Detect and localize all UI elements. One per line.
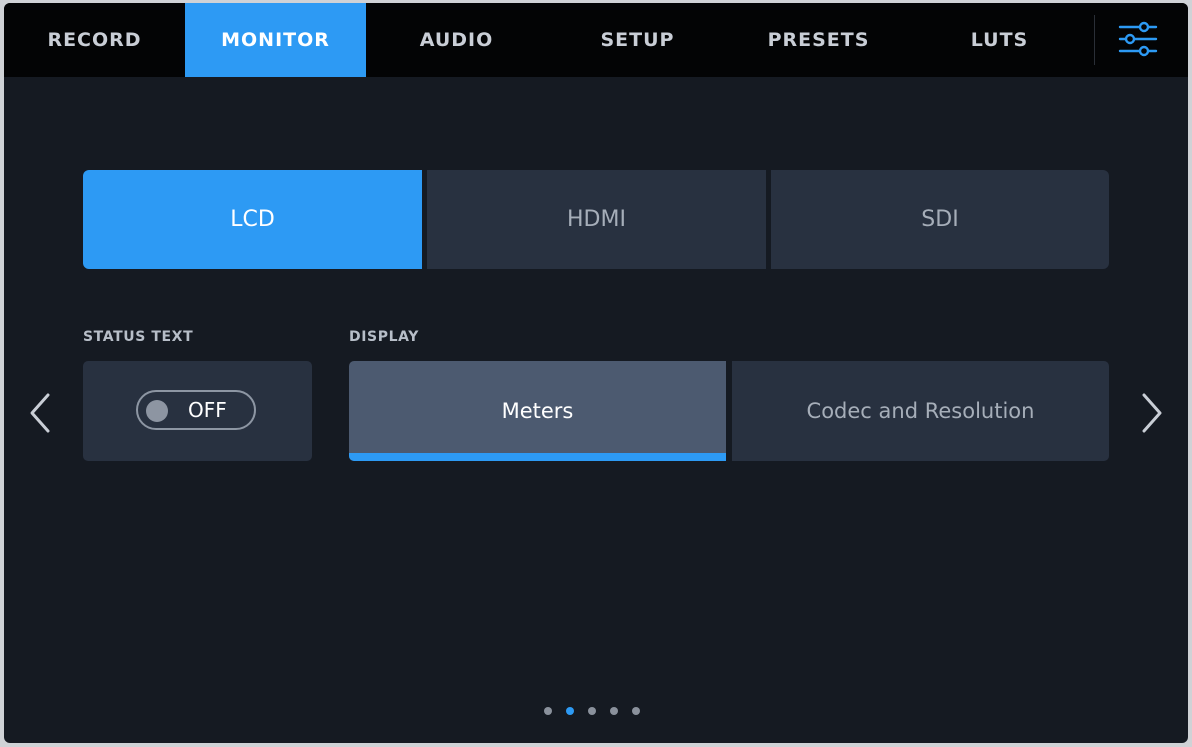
tab-bar-divider — [1094, 15, 1095, 65]
display-label: DISPLAY — [349, 329, 419, 345]
sliders-icon[interactable] — [1116, 19, 1160, 59]
toggle-knob — [146, 400, 168, 422]
tab-record[interactable]: RECORD — [4, 3, 185, 77]
status-text-toggle[interactable]: OFF — [136, 390, 256, 430]
display-codec-resolution-button[interactable]: Codec and Resolution — [732, 361, 1109, 461]
tab-presets[interactable]: PRESETS — [728, 3, 909, 77]
output-sdi-button[interactable]: SDI — [771, 170, 1109, 269]
display-meters-button[interactable]: Meters — [349, 361, 726, 461]
output-lcd-button[interactable]: LCD — [83, 170, 422, 269]
page-dot-1[interactable] — [544, 707, 552, 715]
status-text-tile: OFF — [83, 361, 312, 461]
chevron-left-icon[interactable] — [26, 391, 56, 435]
tab-monitor[interactable]: MONITOR — [185, 3, 366, 77]
tab-audio[interactable]: AUDIO — [366, 3, 547, 77]
monitor-settings-screen: RECORD MONITOR AUDIO SETUP PRESETS LUTS — [4, 3, 1188, 743]
page-dot-2[interactable] — [566, 707, 574, 715]
display-codec-resolution-label: Codec and Resolution — [806, 399, 1035, 423]
chevron-right-icon[interactable] — [1136, 391, 1166, 435]
page-dot-4[interactable] — [610, 707, 618, 715]
output-hdmi-button[interactable]: HDMI — [427, 170, 766, 269]
tab-bar: RECORD MONITOR AUDIO SETUP PRESETS LUTS — [4, 3, 1188, 77]
page-dot-3[interactable] — [588, 707, 596, 715]
tab-setup[interactable]: SETUP — [547, 3, 728, 77]
toggle-value: OFF — [188, 398, 227, 422]
page-indicator — [544, 707, 640, 717]
tab-luts[interactable]: LUTS — [909, 3, 1090, 77]
display-meters-label: Meters — [501, 399, 574, 423]
status-text-label: STATUS TEXT — [83, 329, 194, 345]
selected-indicator — [349, 453, 726, 461]
page-dot-5[interactable] — [632, 707, 640, 715]
